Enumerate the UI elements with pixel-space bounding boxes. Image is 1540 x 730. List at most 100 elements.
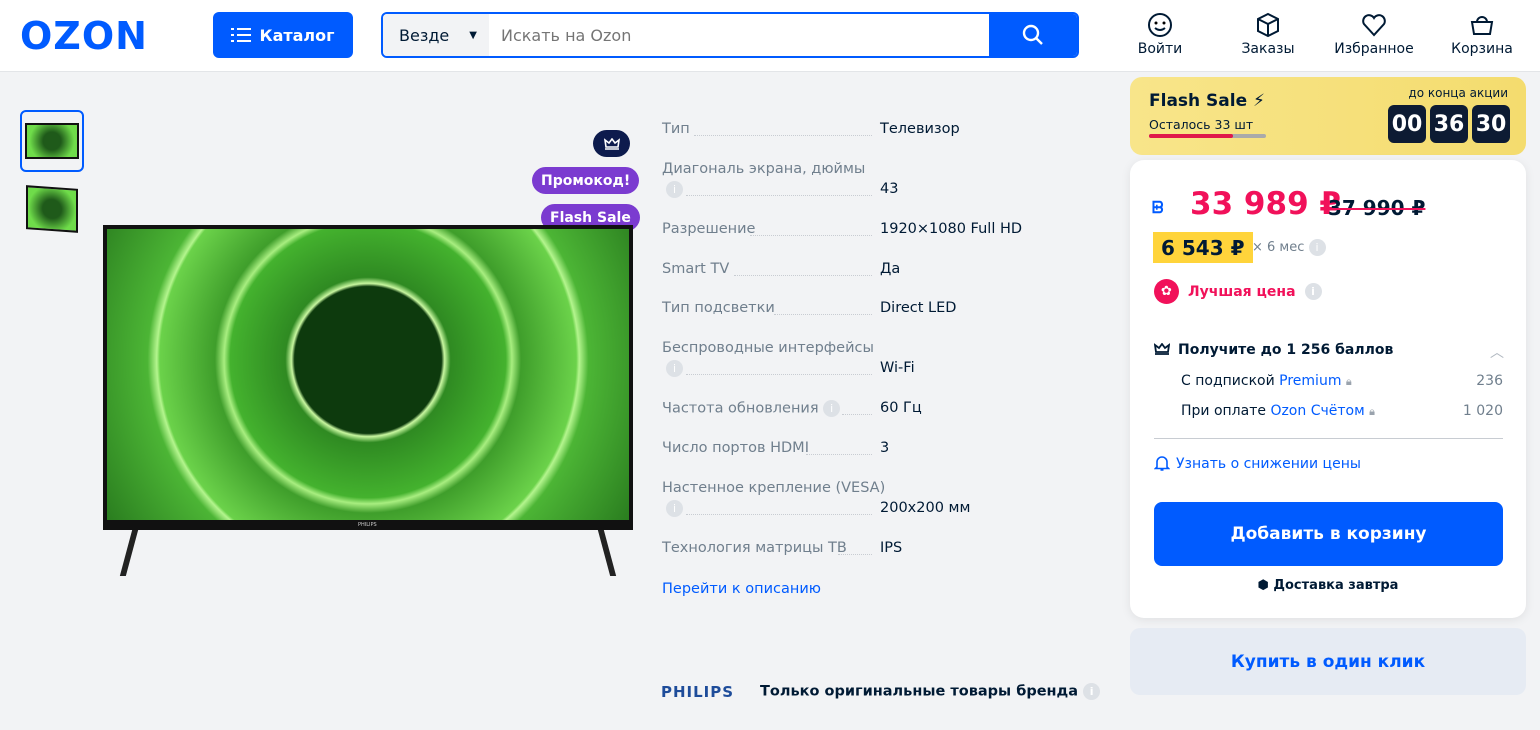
spec-label: Частота обновления xyxy=(662,400,819,417)
search-icon xyxy=(1022,24,1043,45)
orders-label: Заказы xyxy=(1241,41,1295,57)
spec-row: Тип подсветки Direct LED xyxy=(662,300,1082,316)
spec-value: 200x200 мм xyxy=(880,500,971,516)
crown-icon xyxy=(603,137,620,150)
search-scope-value: Везде xyxy=(399,25,450,45)
lock-icon: 🔒︎ xyxy=(1369,405,1375,418)
timer-label: до конца акции xyxy=(1408,86,1508,100)
timer-minutes: 36 xyxy=(1430,105,1468,143)
spec-label: Smart TV xyxy=(662,261,730,277)
points-header[interactable]: Получите до 1 256 баллов ︿ xyxy=(1153,342,1504,361)
face-icon xyxy=(1148,13,1172,37)
description-link[interactable]: Перейти к описанию xyxy=(662,581,821,597)
spec-row: Тип Телевизор xyxy=(662,121,1082,137)
catalog-button[interactable]: Каталог xyxy=(213,12,353,58)
spec-row: Число портов HDMI 3 xyxy=(662,440,1082,456)
dotted-leader xyxy=(750,235,872,236)
bell-icon xyxy=(1153,456,1171,471)
spec-value[interactable]: Да xyxy=(880,261,900,277)
spec-label: Тип xyxy=(662,121,690,137)
cart-button[interactable]: Корзина xyxy=(1437,12,1527,57)
info-icon[interactable]: i xyxy=(1083,683,1101,700)
spec-label: Разрешение xyxy=(662,221,756,237)
spec-value: IPS xyxy=(880,540,903,556)
points-prefix: С подпиской xyxy=(1181,373,1275,389)
basket-icon xyxy=(1470,16,1494,35)
dotted-leader xyxy=(686,514,872,515)
info-icon[interactable]: i xyxy=(1308,239,1326,256)
points-title: Получите до 1 256 баллов xyxy=(1178,342,1394,358)
ozon-logo[interactable]: OZON xyxy=(20,14,148,58)
points-prefix: При оплате xyxy=(1181,403,1266,419)
info-icon[interactable]: i xyxy=(1304,283,1322,300)
best-price-icon: ✿ xyxy=(1154,279,1179,304)
info-icon[interactable]: i xyxy=(666,500,683,517)
info-icon[interactable]: i xyxy=(666,360,683,377)
favorites-label: Избранное xyxy=(1334,41,1414,57)
dotted-leader xyxy=(806,454,872,455)
premium-badge xyxy=(593,130,630,157)
spec-label: Число портов HDMI xyxy=(662,440,809,456)
points-link[interactable]: Premium xyxy=(1279,373,1341,389)
installment-price[interactable]: 6 543 ₽ xyxy=(1153,232,1253,263)
product-image[interactable]: PHILIPS xyxy=(103,225,633,530)
orders-button[interactable]: Заказы xyxy=(1223,12,1313,57)
buy-one-click-button[interactable]: Купить в один клик xyxy=(1130,628,1526,695)
points-row: При оплате Ozon Счётом 🔒︎ 1 020 xyxy=(1181,403,1503,419)
dotted-leader xyxy=(686,195,872,196)
dotted-leader xyxy=(842,414,872,415)
tv-stand-right xyxy=(575,530,617,576)
info-icon[interactable]: i xyxy=(666,181,683,198)
dotted-leader xyxy=(774,314,872,315)
timer-hours: 00 xyxy=(1388,105,1426,143)
search-button[interactable] xyxy=(989,14,1077,56)
info-icon[interactable]: i xyxy=(823,400,841,417)
add-to-cart-button[interactable]: Добавить в корзину xyxy=(1154,502,1503,566)
thumbnail-2[interactable] xyxy=(20,178,84,240)
old-price: 37 990 ₽ xyxy=(1328,196,1426,220)
spec-row: Диагональ экрана, дюймы i 43 xyxy=(662,161,1082,198)
spec-value: 43 xyxy=(880,181,899,197)
spec-row: Технология матрицы ТВ IPS xyxy=(662,540,1082,556)
dotted-leader xyxy=(686,374,872,375)
installment-term: × 6 мес xyxy=(1252,240,1305,255)
spec-value: 1920×1080 Full HD xyxy=(880,221,1023,237)
spec-value[interactable]: Wi-Fi xyxy=(880,360,915,376)
spec-row: Настенное крепление (VESA) i 200x200 мм xyxy=(662,480,1082,517)
search-input[interactable] xyxy=(489,14,989,56)
remaining-count: Осталось 33 шт xyxy=(1149,117,1254,132)
thumbnail-1[interactable] xyxy=(20,110,84,172)
login-label: Войти xyxy=(1137,41,1183,57)
price-alert-label: Узнать о снижении цены xyxy=(1176,456,1361,472)
points-value: 1 020 xyxy=(1462,403,1503,419)
box-icon: ⬢ xyxy=(1257,578,1269,593)
menu-icon xyxy=(231,28,252,42)
dotted-leader xyxy=(838,554,872,555)
spec-row: Smart TV Да xyxy=(662,261,1082,277)
price-alert-link[interactable]: Узнать о снижении цены xyxy=(1153,454,1361,472)
spec-row: Частота обновления i 60 Гц xyxy=(662,400,1082,417)
countdown-timer: 00 36 30 xyxy=(1388,105,1510,143)
flash-sale-title: Flash Sale xyxy=(1149,91,1248,111)
lock-icon: 🔒︎ xyxy=(1345,375,1352,388)
box-icon xyxy=(1257,12,1279,38)
brand-text: Только оригинальные товары бренда xyxy=(760,683,1079,700)
spec-label: Беспроводные интерфейсы xyxy=(662,340,874,356)
search-scope-select[interactable]: Везде ▼ xyxy=(383,14,489,56)
spec-row: Разрешение 1920×1080 Full HD xyxy=(662,221,1082,237)
brand-logo[interactable]: PHILIPS xyxy=(661,683,734,701)
spec-label: Настенное крепление (VESA) xyxy=(662,480,886,496)
heart-icon xyxy=(1362,14,1386,37)
promo-badge: Промокод! xyxy=(532,167,640,194)
favorites-button[interactable]: Избранное xyxy=(1329,12,1419,57)
spec-row: Беспроводные интерфейсы i Wi-Fi xyxy=(662,340,1082,377)
best-price-label: Лучшая цена xyxy=(1188,283,1296,300)
caret-down-icon: ▼ xyxy=(469,29,477,41)
remaining-progress xyxy=(1149,134,1266,138)
spec-label: Диагональ экрана, дюймы xyxy=(662,161,866,177)
login-button[interactable]: Войти xyxy=(1115,12,1205,57)
header: OZON Каталог Везде ▼ Войти Заказы Избранн… xyxy=(0,0,1540,72)
chevron-up-icon[interactable]: ︿ xyxy=(1490,342,1504,362)
spec-value: Телевизор xyxy=(880,121,960,137)
points-link[interactable]: Ozon Счётом xyxy=(1270,403,1364,419)
